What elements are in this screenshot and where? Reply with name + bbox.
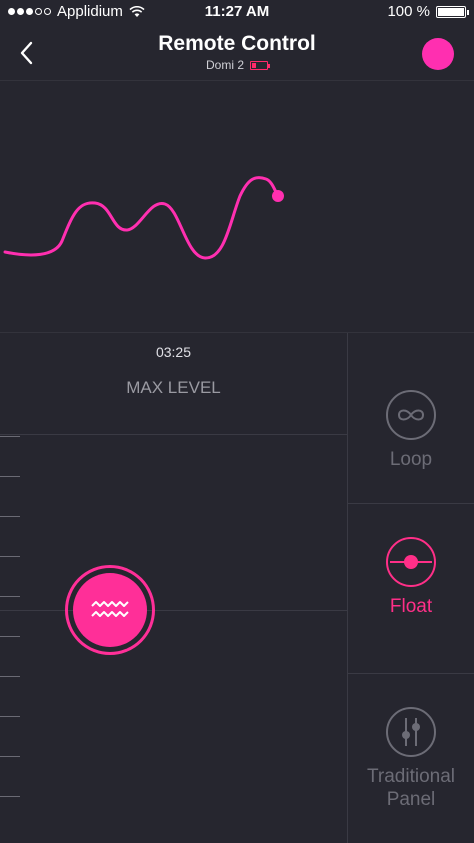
mode-traditional-panel-label: Traditional Panel (366, 766, 455, 810)
elapsed-time: 03:25 (155, 344, 192, 360)
navigation-bar: Remote Control Domi 2 (0, 24, 474, 80)
scale-tick (0, 756, 20, 757)
battery-percent: 100 % (387, 3, 430, 20)
battery-icon (436, 5, 469, 18)
level-label: MAX LEVEL (126, 378, 221, 397)
mode-float-button[interactable]: Float (348, 537, 474, 618)
intensity-control-panel[interactable]: 03:25 MAX LEVEL (0, 333, 347, 843)
scale-tick (0, 636, 20, 637)
scale-tick (0, 796, 20, 797)
intensity-knob[interactable] (65, 565, 155, 655)
battery-group: 100 % (387, 3, 469, 20)
scale-tick (0, 596, 20, 597)
mode-traditional-panel-button[interactable]: Traditional Panel (348, 707, 474, 811)
device-name: Domi 2 (205, 58, 244, 72)
status-bar: Applidium 11:27 AM 100 % (0, 0, 474, 24)
wave-graph (3, 176, 284, 260)
device-battery-icon (250, 60, 270, 70)
level-guide-line (0, 610, 347, 611)
float-icon (390, 555, 432, 569)
scale-tick (0, 556, 20, 557)
scale-tick (0, 516, 20, 517)
mode-divider (348, 673, 474, 674)
wave-line (3, 176, 280, 260)
pattern-wave-display (0, 80, 474, 333)
scale-tick (0, 676, 20, 677)
top-divider (0, 434, 347, 435)
mode-float-label: Float (389, 596, 433, 617)
scale-tick (0, 716, 20, 717)
page-title: Remote Control (158, 32, 316, 55)
scale-tick (0, 476, 20, 477)
wave-icon (91, 601, 129, 617)
color-indicator-button[interactable] (422, 38, 454, 70)
mode-panel: Loop Float Traditional Panel (347, 333, 474, 843)
mode-loop-label: Loop (389, 449, 433, 470)
mode-divider (348, 503, 474, 504)
device-info: Domi 2 (0, 58, 474, 72)
wave-end-point (272, 190, 284, 202)
scale-tick (0, 436, 20, 437)
sliders-icon (402, 718, 420, 746)
infinity-icon (397, 409, 425, 421)
mode-loop-button[interactable]: Loop (348, 390, 474, 471)
